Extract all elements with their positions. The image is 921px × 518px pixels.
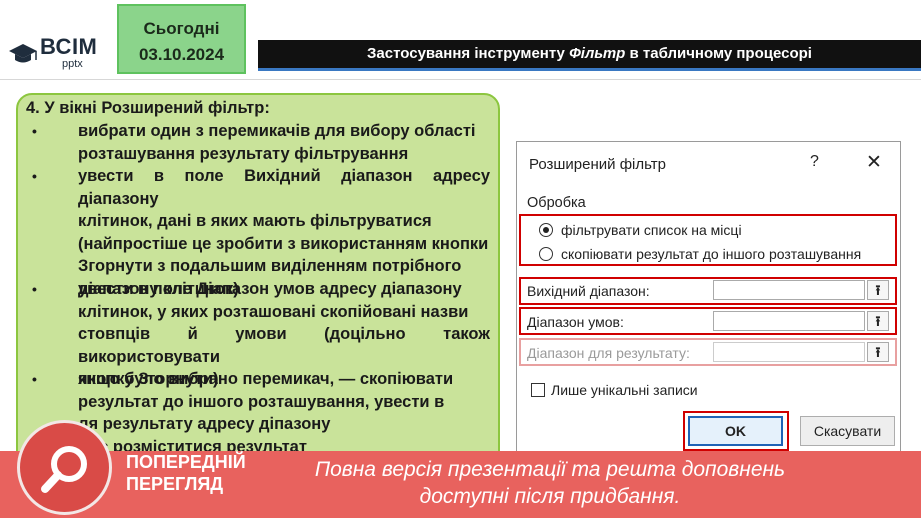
ok-button[interactable]: OK [688,416,783,446]
graduation-cap-icon [9,44,37,63]
preview-label-line2: ПЕРЕГЛЯД [126,474,224,494]
radio-copy-to[interactable]: скопіювати результат до іншого розташува… [539,246,895,264]
copy-to-input[interactable] [713,342,865,362]
advanced-filter-dialog: Розширений фільтр ? ✕ Обробка фільтруват… [516,141,901,463]
title-accent-line [258,68,921,71]
cancel-button[interactable]: Скасувати [800,416,895,446]
date-value: 03.10.2024 [138,45,225,64]
close-icon[interactable]: ✕ [866,151,882,174]
unique-records-label: Лише унікальні записи [551,382,698,398]
radio-label: скопіювати результат до іншого розташува… [561,246,862,262]
copy-to-label: Діапазон для результату: [527,345,690,361]
criteria-range-input[interactable] [713,311,865,331]
logo-text: ВСІМ [40,34,98,59]
radio-filter-in-place[interactable]: фільтрувати список на місці [539,222,879,240]
bullet-text: вибрати один з перемикачів для вибору об… [78,122,476,163]
collapse-button-criteria[interactable]: ⭱ [867,311,889,331]
radio-label: фільтрувати список на місці [561,222,742,238]
title-part-2: в табличному процесорі [625,45,812,62]
bullet-dot: • [32,123,37,139]
preview-label-line1: ПОПЕРЕДНІЙ [126,452,246,472]
criteria-range-label: Діапазон умов: [527,314,624,330]
preview-message-line2: доступні після придбання. [419,485,681,508]
radio-button-selected[interactable] [539,223,553,237]
radio-button[interactable] [539,247,553,261]
dialog-title: Розширений фільтр [529,156,666,173]
list-range-label: Вихідний діапазон: [527,283,650,299]
title-part-1: Застосування інструменту [367,45,570,62]
bullet-dot: • [32,281,37,297]
search-icon [41,446,87,493]
radio-dot [543,227,549,233]
help-icon[interactable]: ? [810,153,819,171]
logo-subtext: pptx [62,58,83,70]
slide-title: Застосування інструменту Фільтр в таблич… [258,45,921,62]
collapse-button-copy-to[interactable]: ⭱ [867,342,889,362]
today-label: Сьогодні [143,19,220,38]
date-badge: Сьогодні 03.10.2024 [117,4,246,74]
preview-badge [17,420,112,515]
step-heading: 4. У вікні Розширений фільтр: [26,99,270,117]
collapse-button-list[interactable]: ⭱ [867,280,889,300]
bullet-dot: • [32,168,37,184]
action-group-label: Обробка [527,195,586,211]
divider [0,79,921,80]
preview-message-line1: Повна версія презентації та решта доповн… [314,458,786,481]
unique-records-checkbox[interactable] [531,383,545,397]
list-range-input[interactable] [713,280,865,300]
bullet-dot: • [32,371,37,387]
title-part-italic: Фільтр [569,45,626,62]
